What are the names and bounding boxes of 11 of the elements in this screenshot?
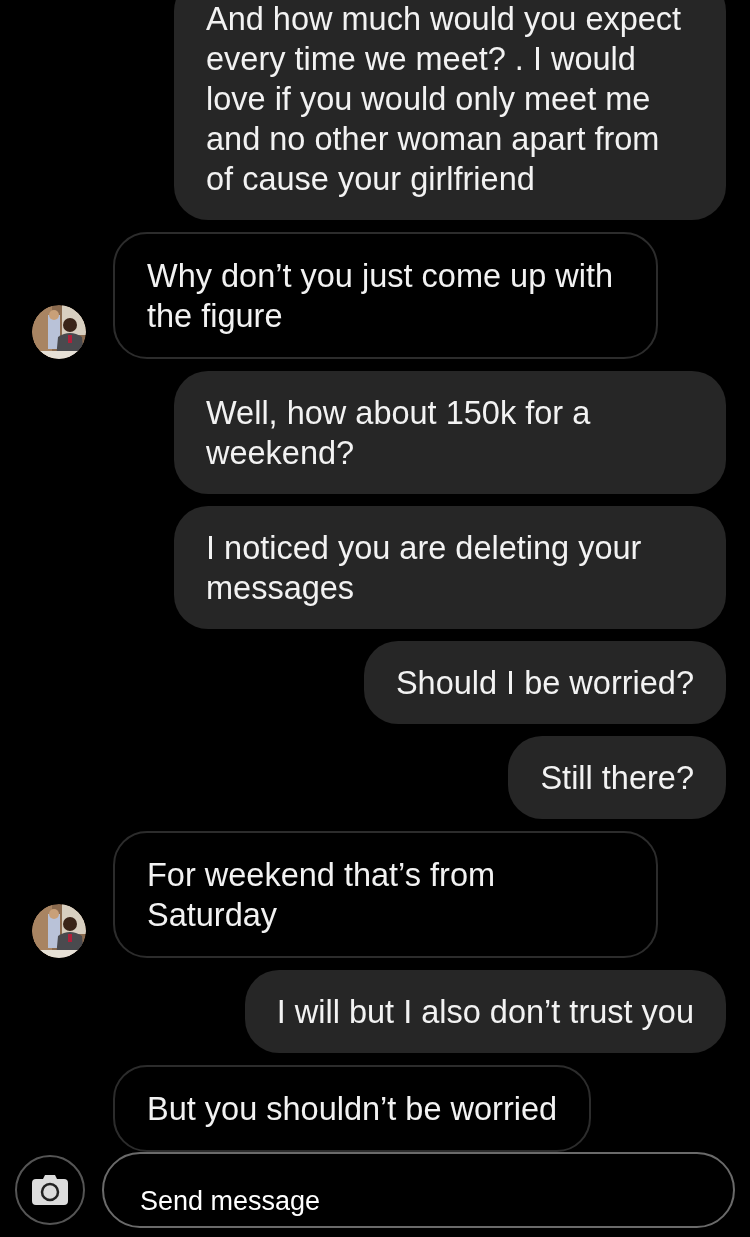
sent-message: And how much would you expect every time we meet? . I would love if you would only meet me and no other woman apart from of cause your girlfriend <box>174 0 726 220</box>
received-message: But you shouldn’t be worried <box>113 1065 592 1152</box>
received-message: For weekend that’s from Saturday <box>113 831 658 958</box>
sent-message: Well, how about 150k for a weekend? <box>174 371 726 494</box>
sent-message: I noticed you are deleting your messages <box>174 506 726 629</box>
message-field[interactable]: Send message <box>102 1152 735 1228</box>
received-message: Why don’t you just come up with the figure <box>113 232 658 359</box>
sent-message: Still there? <box>508 736 726 819</box>
camera-icon <box>32 1175 68 1205</box>
sent-message: Should I be worried? <box>363 641 726 724</box>
sent-message: I will but I also don’t trust you <box>244 970 726 1053</box>
